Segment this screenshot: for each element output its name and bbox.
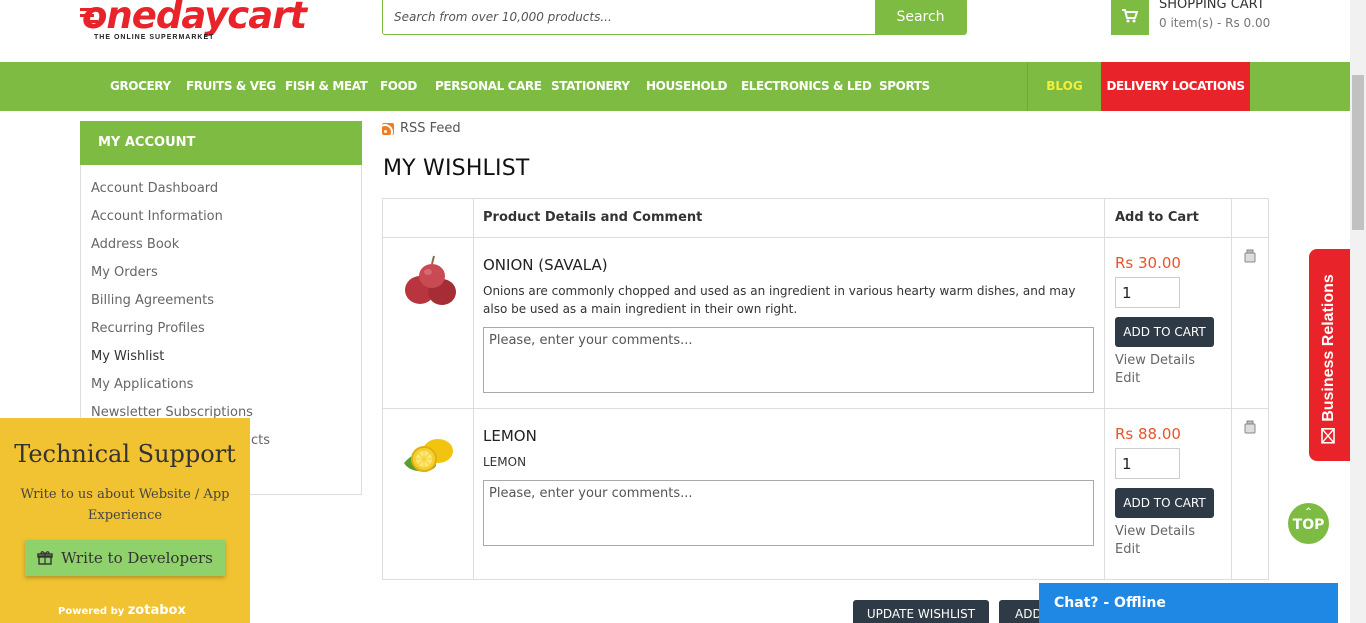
write-to-developers-label: Write to Developers — [61, 549, 213, 567]
powered-by[interactable]: Powered by zotabox — [58, 603, 186, 618]
page-scrollbar[interactable] — [1350, 0, 1366, 623]
sidebar-item-products[interactable]: cts — [251, 433, 270, 448]
table-divider — [1104, 199, 1105, 579]
product-description: LEMON — [483, 455, 527, 469]
product-name[interactable]: ONION (SAVALA) — [483, 256, 608, 274]
zotabox-logo: zotabox — [127, 603, 186, 618]
site-logo[interactable]: onedaycart THE ONLINE SUPERMARKET — [80, 0, 307, 41]
view-details-link[interactable]: View Details — [1115, 524, 1195, 539]
sidebar-item-my-applications[interactable]: My Applications — [91, 377, 193, 392]
chat-widget[interactable]: Chat? - Offline — [1039, 583, 1338, 623]
nav-item-stationery[interactable]: STATIONERY — [551, 62, 630, 111]
table-divider — [473, 199, 474, 579]
comment-input[interactable] — [483, 327, 1094, 393]
nav-item-fruits-veg[interactable]: FRUITS & VEG — [186, 62, 276, 111]
comment-input[interactable] — [483, 480, 1094, 546]
sidebar-item-recurring-profiles[interactable]: Recurring Profiles — [91, 321, 205, 336]
gift-icon — [37, 551, 53, 565]
nav-item-fish-meat[interactable]: FISH & MEAT — [285, 62, 368, 111]
nav-item-personal-care[interactable]: PERSONAL CARE — [435, 62, 542, 111]
nav-item-grocery[interactable]: GROCERY — [110, 62, 171, 111]
scrollbar-thumb[interactable] — [1352, 75, 1364, 230]
search-input[interactable] — [383, 0, 875, 34]
table-divider — [383, 408, 1268, 409]
sidebar-item-account-information[interactable]: Account Information — [91, 209, 223, 224]
search-button[interactable]: Search — [875, 0, 966, 34]
product-price: Rs 88.00 — [1115, 425, 1181, 443]
sidebar-title: MY ACCOUNT — [80, 121, 362, 165]
mail-icon — [1321, 428, 1335, 444]
rss-feed-link[interactable]: RSS Feed — [382, 121, 461, 136]
chevron-up-icon: ⌃ — [1304, 507, 1313, 518]
product-name[interactable]: LEMON — [483, 427, 537, 445]
nav-item-food[interactable]: FOOD — [380, 62, 417, 111]
scroll-to-top-button[interactable]: ⌃ TOP — [1288, 503, 1329, 544]
sidebar-item-my-orders[interactable]: My Orders — [91, 265, 158, 280]
top-label: TOP — [1292, 517, 1325, 533]
column-header-product: Product Details and Comment — [483, 210, 703, 225]
product-price: Rs 30.00 — [1115, 254, 1181, 272]
write-to-developers-button[interactable]: Write to Developers — [25, 540, 225, 576]
support-title: Technical Support — [14, 440, 236, 468]
nav-item-electronics[interactable]: ELECTRONICS & LED — [741, 62, 872, 111]
cart-summary: 0 item(s) - Rs 0.00 — [1159, 16, 1271, 30]
edit-link[interactable]: Edit — [1115, 542, 1140, 557]
site-header: onedaycart THE ONLINE SUPERMARKET Search… — [0, 0, 1350, 62]
nav-item-delivery-locations[interactable]: DELIVERY LOCATIONS — [1101, 62, 1250, 111]
main-nav: GROCERY FRUITS & VEG FISH & MEAT FOOD PE… — [0, 62, 1350, 111]
technical-support-widget: Technical Support Write to us about Webs… — [0, 418, 250, 623]
shopping-cart[interactable]: SHOPPING CART 0 item(s) - Rs 0.00 — [1111, 0, 1270, 35]
wishlist-table: Product Details and Comment Add to Cart … — [382, 198, 1269, 580]
logo-text: onedaycart — [82, 0, 307, 37]
add-to-cart-button[interactable]: ADD TO CART — [1115, 317, 1214, 347]
business-relations-tab[interactable]: Business Relations — [1309, 249, 1350, 461]
nav-item-household[interactable]: HOUSEHOLD — [646, 62, 727, 111]
search-bar: Search — [382, 0, 967, 35]
view-details-link[interactable]: View Details — [1115, 353, 1195, 368]
sidebar-item-billing-agreements[interactable]: Billing Agreements — [91, 293, 214, 308]
rss-label: RSS Feed — [400, 121, 461, 136]
logo-speed-lines — [80, 8, 94, 11]
support-subtitle: Write to us about Website / App Experien… — [20, 487, 230, 523]
powered-by-label: Powered by — [58, 606, 125, 617]
sidebar-item-address-book[interactable]: Address Book — [91, 237, 179, 252]
edit-link[interactable]: Edit — [1115, 371, 1140, 386]
update-wishlist-button[interactable]: UPDATE WISHLIST — [853, 600, 989, 623]
lemon-image[interactable] — [398, 427, 462, 475]
sidebar-item-account-dashboard[interactable]: Account Dashboard — [91, 181, 218, 196]
nav-item-sports[interactable]: SPORTS — [879, 62, 930, 111]
quantity-input[interactable] — [1115, 277, 1180, 308]
cart-title: SHOPPING CART — [1159, 0, 1265, 12]
delete-icon[interactable] — [1243, 249, 1257, 263]
table-divider — [383, 237, 1268, 238]
table-divider — [1231, 199, 1232, 579]
page-title: MY WISHLIST — [383, 156, 530, 181]
cart-icon[interactable] — [1111, 0, 1149, 35]
product-description: Onions are commonly chopped and used as … — [483, 284, 1076, 316]
delete-icon[interactable] — [1243, 420, 1257, 434]
sidebar-item-my-wishlist[interactable]: My Wishlist — [91, 349, 164, 364]
business-relations-label: Business Relations — [1320, 274, 1338, 444]
cart-info: SHOPPING CART 0 item(s) - Rs 0.00 — [1159, 0, 1270, 35]
column-header-cart: Add to Cart — [1115, 210, 1199, 225]
quantity-input[interactable] — [1115, 448, 1180, 479]
add-to-cart-button[interactable]: ADD TO CART — [1115, 488, 1214, 518]
rss-icon — [382, 122, 394, 135]
nav-item-blog[interactable]: BLOG — [1027, 62, 1101, 111]
onion-image[interactable] — [398, 254, 462, 314]
